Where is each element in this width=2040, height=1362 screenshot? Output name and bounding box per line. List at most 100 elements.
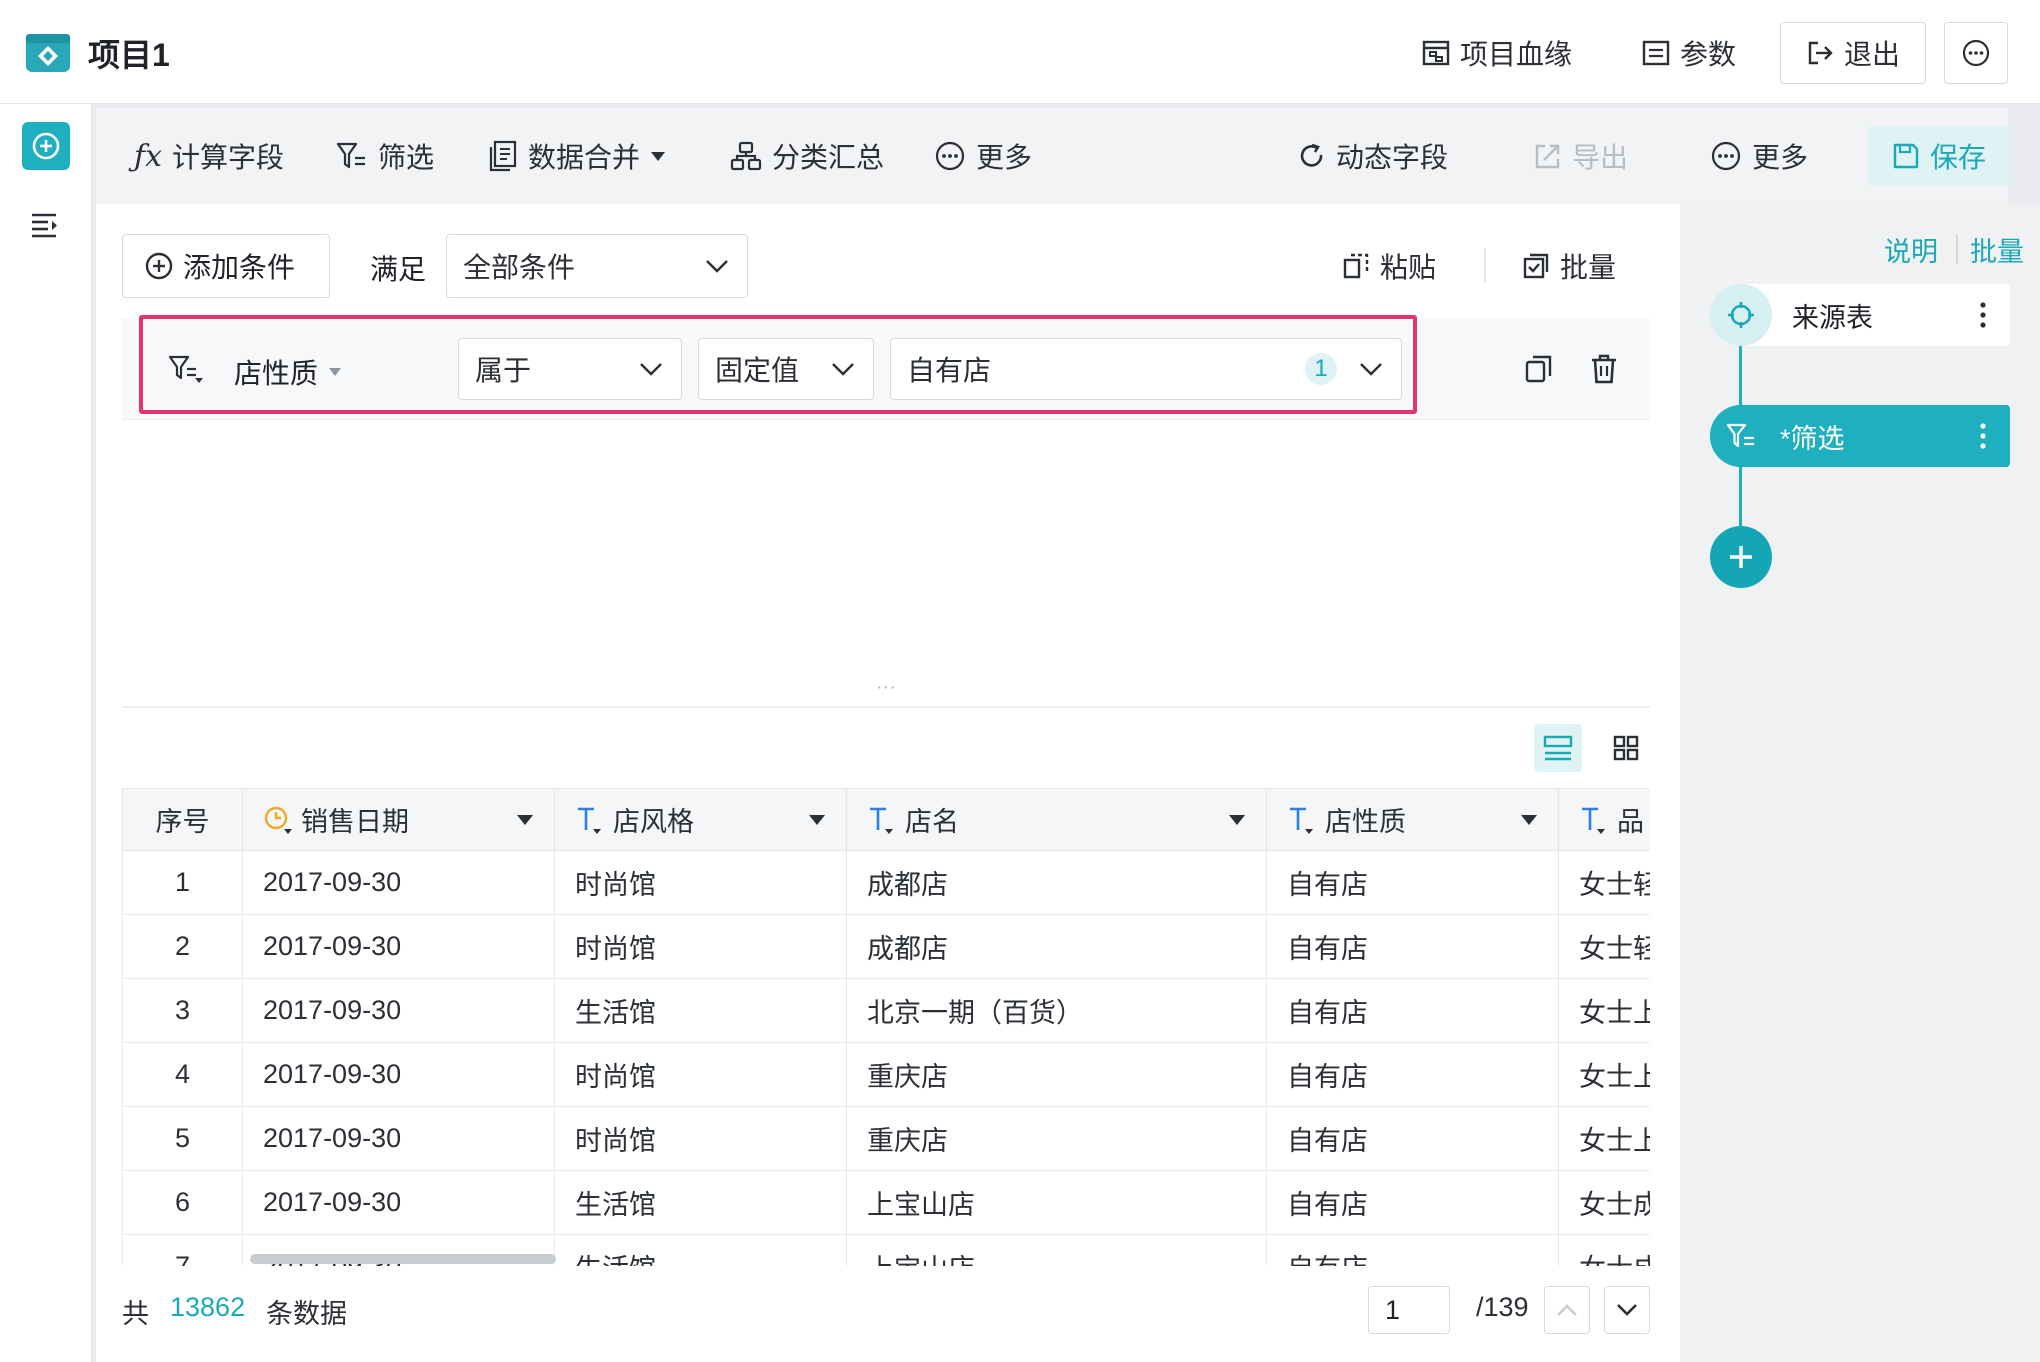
text-type-icon: [867, 805, 897, 835]
dynamic-field-label: 动态字段: [1336, 142, 1449, 173]
prev-page-button[interactable]: [1544, 1286, 1590, 1334]
value-meta: 1: [1305, 353, 1383, 385]
data-merge-button[interactable]: 数据合并: [488, 132, 666, 180]
table-cell: 自有店: [1266, 978, 1559, 1043]
table-cell: 时尚馆: [554, 1042, 847, 1107]
table-cell: 6: [122, 1170, 243, 1235]
copy-condition-icon[interactable]: [1524, 354, 1554, 384]
more-right-label: 更多: [1752, 142, 1809, 173]
dynamic-field-button[interactable]: 动态字段: [1298, 132, 1448, 180]
column-header-label: 销售日期: [301, 807, 409, 837]
table-cell: 时尚馆: [554, 1106, 847, 1171]
next-page-button[interactable]: [1604, 1286, 1650, 1334]
table-cell: 2017-09-30: [242, 1106, 555, 1171]
table-cell: 女士轻: [1558, 850, 1650, 915]
data-table: 序号 销售日期 店风格 店名 店性质 品 1 2017-09-30 时尚馆 成都…: [122, 788, 1650, 1266]
page-total: /139: [1476, 1292, 1529, 1322]
save-button[interactable]: 保存: [1868, 126, 2010, 186]
table-cell: 时尚馆: [554, 850, 847, 915]
page-input[interactable]: 1: [1368, 1286, 1450, 1334]
column-header-product[interactable]: 品: [1558, 788, 1650, 851]
chevron-down-icon: [639, 362, 663, 376]
text-type-icon: [1287, 805, 1317, 835]
paste-icon: [1342, 252, 1370, 280]
flow-node-filter[interactable]: *筛选: [1710, 405, 2010, 467]
left-rail: [0, 104, 92, 1362]
batch-button[interactable]: 批量: [1522, 242, 1616, 290]
add-condition-label: 添加条件: [183, 252, 296, 283]
condition-field-select[interactable]: 店性质: [234, 352, 342, 392]
table-cell: 生活馆: [554, 1234, 847, 1266]
more-left-label: 更多: [976, 142, 1033, 173]
add-condition-button[interactable]: 添加条件: [122, 234, 330, 298]
plus-icon: [1730, 546, 1752, 568]
delete-condition-icon[interactable]: [1590, 354, 1618, 384]
table-cell: 生活馆: [554, 978, 847, 1043]
filter-label: 筛选: [378, 142, 435, 173]
column-header-store-type[interactable]: 店性质: [1266, 788, 1559, 851]
table-cell: 重庆店: [846, 1042, 1267, 1107]
table-cell: 女士成: [1558, 1170, 1650, 1235]
satisfy-label: 满足: [370, 254, 427, 285]
params-button[interactable]: 参数: [1642, 30, 1736, 76]
table-cell: 自有店: [1266, 914, 1559, 979]
filter-button[interactable]: 筛选: [336, 132, 434, 180]
project-lineage-button[interactable]: 项目血缘: [1422, 30, 1572, 76]
column-header-store-name[interactable]: 店名: [846, 788, 1267, 851]
column-menu-icon[interactable]: [1520, 814, 1538, 826]
grid-view-icon: [1613, 735, 1639, 761]
operator-select[interactable]: 属于: [458, 338, 682, 400]
paste-button[interactable]: 粘贴: [1342, 242, 1436, 290]
group-summary-button[interactable]: 分类汇总: [730, 132, 884, 180]
column-header-label: 店风格: [613, 807, 694, 837]
horizontal-scrollbar[interactable]: [250, 1254, 556, 1264]
params-label: 参数: [1680, 39, 1737, 70]
chevron-down-icon: [1359, 362, 1383, 376]
calc-field-button[interactable]: ƒx 计算字段: [134, 132, 284, 180]
grid-view-toggle[interactable]: [1602, 724, 1650, 772]
flow-node-label: 来源表: [1792, 302, 1873, 333]
value-type-select[interactable]: 固定值: [698, 338, 874, 400]
column-header-label: 序号: [155, 807, 210, 837]
row-view-toggle[interactable]: [1534, 724, 1582, 772]
column-menu-icon[interactable]: [516, 814, 534, 826]
more-options-button[interactable]: [1944, 22, 2008, 84]
filter-icon: [336, 141, 368, 171]
table-row: 2 2017-09-30 时尚馆 成都店 自有店 女士轻: [122, 914, 1650, 979]
match-mode-select[interactable]: 全部条件: [446, 234, 748, 298]
exit-button[interactable]: 退出: [1780, 22, 1926, 84]
row-view-icon: [1543, 735, 1573, 761]
explain-link[interactable]: 说明: [1884, 230, 1938, 269]
resize-handle[interactable]: ···: [876, 676, 896, 699]
column-header-style[interactable]: 店风格: [554, 788, 847, 851]
table-row: 1 2017-09-30 时尚馆 成都店 自有店 女士轻: [122, 850, 1650, 915]
column-header-date[interactable]: 销售日期: [242, 788, 555, 851]
table-cell: 自有店: [1266, 1042, 1559, 1107]
kebab-menu-icon[interactable]: [1980, 423, 1986, 449]
column-menu-icon[interactable]: [808, 814, 826, 826]
group-summary-label: 分类汇总: [772, 142, 885, 173]
table-cell: 2017-09-30: [242, 1042, 555, 1107]
table-cell: 北京一期（百货）: [846, 978, 1267, 1043]
column-header-label: 品: [1617, 807, 1644, 837]
condition-value-select[interactable]: 自有店 1: [890, 338, 1402, 400]
table-row: 4 2017-09-30 时尚馆 重庆店 自有店 女士上: [122, 1042, 1650, 1107]
flow-panel: [1680, 204, 2040, 1362]
kebab-menu-icon[interactable]: [1980, 302, 1986, 328]
export-button[interactable]: 导出: [1534, 132, 1628, 180]
caret-down-icon: [650, 150, 666, 162]
flow-node-source[interactable]: 来源表: [1710, 284, 2010, 346]
table-cell: 2017-09-30: [242, 850, 555, 915]
table-cell: 1: [122, 850, 243, 915]
panel-splitter[interactable]: [122, 706, 1650, 708]
fx-icon: ƒx: [134, 138, 163, 174]
add-step-button[interactable]: [22, 122, 70, 170]
export-label: 导出: [1572, 142, 1629, 173]
field-filter-icon[interactable]: [168, 354, 206, 384]
column-menu-icon[interactable]: [1228, 814, 1246, 826]
outline-list-icon[interactable]: [30, 212, 60, 238]
batch-link[interactable]: 批量: [1970, 230, 2024, 269]
more-tools-left-button[interactable]: 更多: [934, 132, 1032, 180]
add-flow-node-button[interactable]: [1710, 526, 1772, 588]
more-tools-right-button[interactable]: 更多: [1710, 132, 1808, 180]
